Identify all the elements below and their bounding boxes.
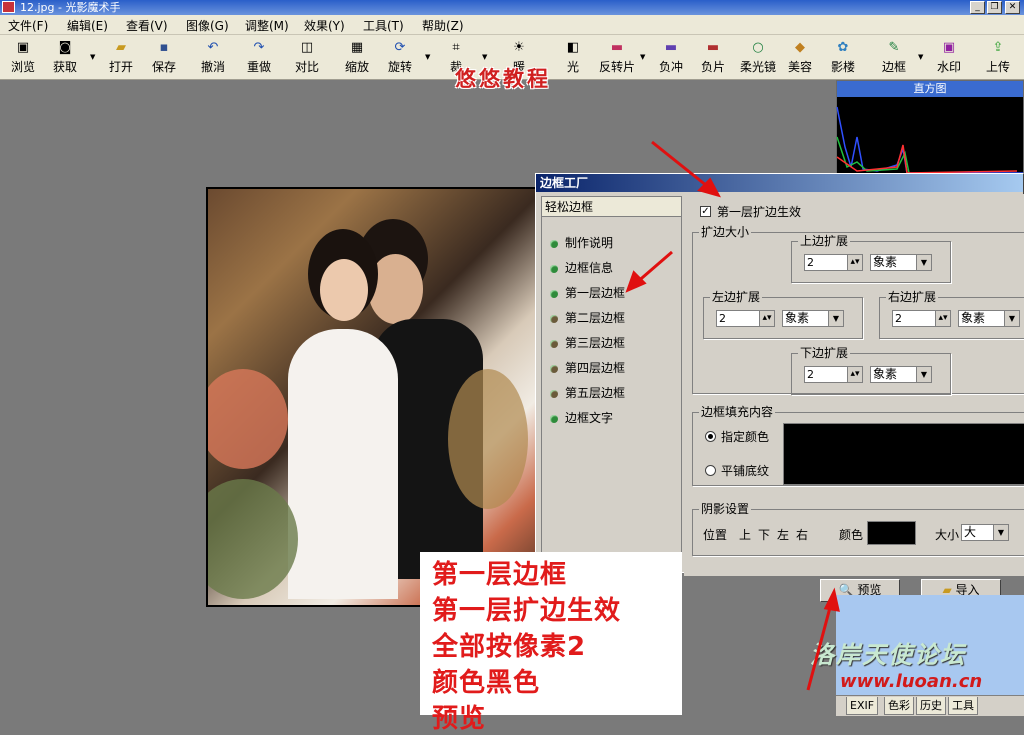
arrow-to-preview — [806, 599, 834, 691]
annotation-arrows — [625, 140, 840, 691]
arrow-head-icon — [625, 270, 647, 293]
arrow-head-icon — [823, 587, 840, 612]
arrow-to-checkbox — [651, 140, 713, 192]
